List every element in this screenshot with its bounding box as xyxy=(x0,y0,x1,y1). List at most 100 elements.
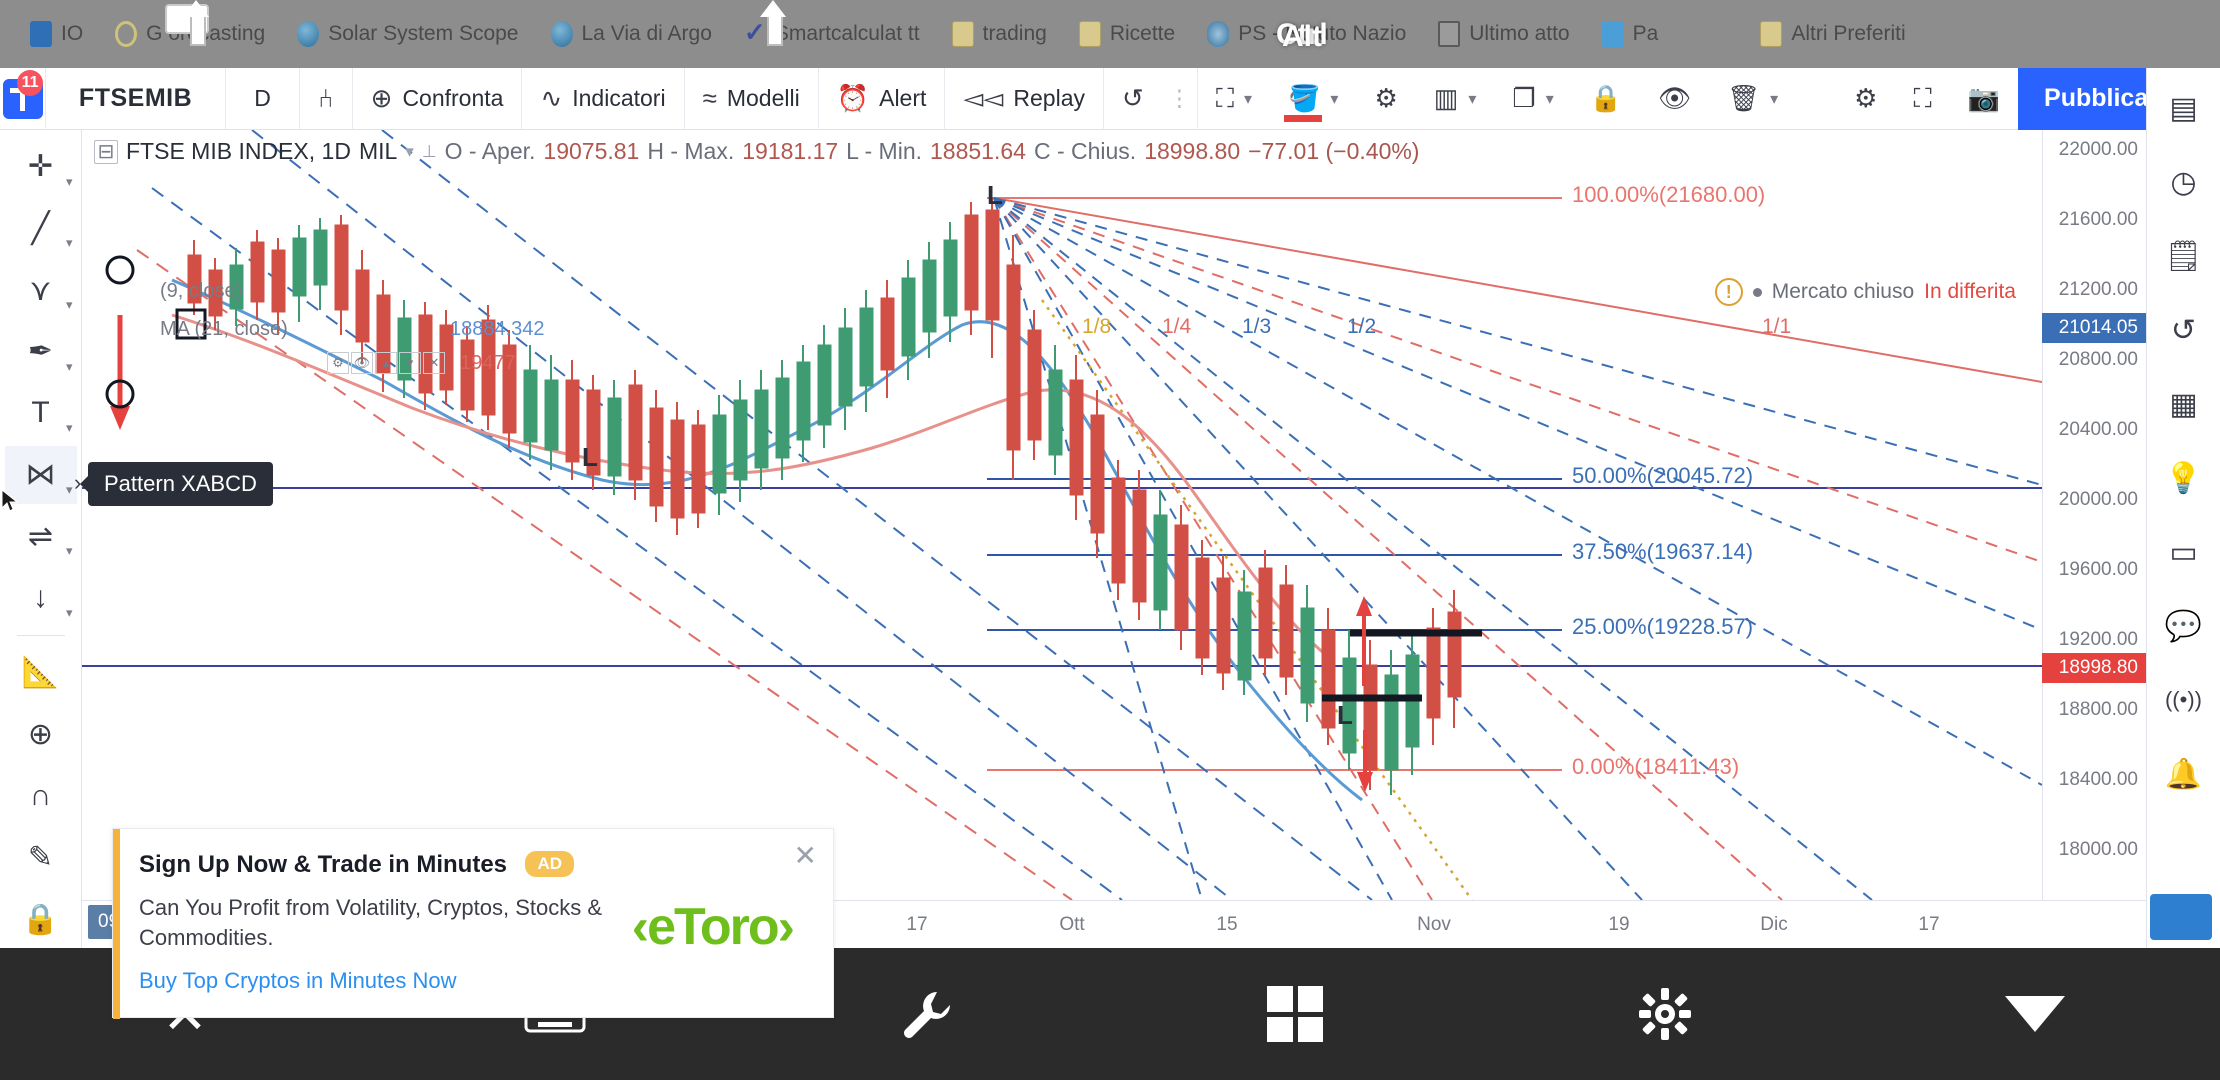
bookmark-item-other[interactable]: Altri Preferiti xyxy=(1744,11,1921,57)
magnet-tool[interactable]: ∩ xyxy=(5,767,77,825)
measure-tool[interactable]: 📐 xyxy=(5,644,77,702)
calendar-button[interactable]: ▦ xyxy=(2154,374,2214,434)
gear-icon: ⚙ xyxy=(1854,83,1878,113)
brush-tool[interactable]: ✒ ▾ xyxy=(5,323,77,381)
price-plot[interactable]: 100.00%(21680.00) 50.00%(20045.72) 37.50… xyxy=(82,130,2043,901)
indicators-button[interactable]: ∿ Indicatori xyxy=(522,67,685,130)
bookmark-label: IO xyxy=(61,22,84,45)
legend-collapse-icon[interactable]: ⊟ xyxy=(94,139,118,164)
indicator-eye-icon[interactable]: 👁 xyxy=(351,352,373,374)
compare-button[interactable]: ⊕ Confronta xyxy=(353,67,523,130)
ad-body: Can You Profit from Volatility, Cryptos,… xyxy=(139,895,603,950)
bookmark-item[interactable]: Ricette xyxy=(1063,11,1191,57)
drag-handle[interactable]: ⋮ xyxy=(1162,67,1198,130)
chart-type-button[interactable]: ⑃ xyxy=(300,67,353,130)
fan-label-1-1: 1/1 xyxy=(1762,315,1792,338)
high-label: H - Max. xyxy=(647,138,735,164)
templates-icon: ≈ xyxy=(702,83,717,113)
collapse-button[interactable] xyxy=(1969,948,2101,1080)
chart-container[interactable]: ⊟ FTSE MIB INDEX, 1D MIL ▾ ⊥ O - Aper. 1… xyxy=(82,130,2146,948)
watchlist-button[interactable]: ▤ xyxy=(2154,78,2214,138)
legend-settings-icon[interactable]: ⊥ xyxy=(422,142,437,162)
bookmark-item[interactable]: trading xyxy=(936,11,1063,57)
time-tick: Dic xyxy=(1760,914,1788,935)
lock-all-tool[interactable]: 🔒 xyxy=(5,890,77,948)
tool-expand-chevron-icon[interactable]: › xyxy=(74,470,81,496)
lock-drawings-button[interactable]: 🔒 xyxy=(1572,68,1640,130)
tradingview-logo-button[interactable]: 11 xyxy=(0,67,47,130)
snapshot-button[interactable]: 📷 xyxy=(1950,68,2018,130)
bookmark-item[interactable]: Ultimo atto xyxy=(1422,11,1585,57)
public-chat-button[interactable]: 💬 xyxy=(2154,596,2214,656)
alerts-button[interactable]: ◷ xyxy=(2154,152,2214,212)
text-tool[interactable]: T ▾ xyxy=(5,385,77,443)
advertisement-panel[interactable]: ✕ Sign Up Now & Trade in Minutes AD Can … xyxy=(112,828,834,1019)
undo-button[interactable]: ↺ xyxy=(1104,68,1162,130)
replay-button[interactable]: ◅◅ Replay xyxy=(945,67,1105,130)
notifications-button[interactable]: 🔔 xyxy=(2154,744,2214,804)
bookmark-item[interactable]: Solar System Scope xyxy=(281,11,534,57)
bookmark-item[interactable]: Pa xyxy=(1586,11,1675,57)
indicator-down-icon[interactable]: ▾ xyxy=(399,352,421,374)
forecast-tool[interactable]: ⇌ ▾ xyxy=(5,508,77,566)
properties-button[interactable]: ⚙ xyxy=(1836,68,1895,130)
crosshair-tool[interactable]: ✛ ▾ xyxy=(5,138,77,196)
indicator-controls[interactable]: ⚙ 👁 ▴ ▾ ✕ xyxy=(327,352,445,374)
minimized-window-thumbnail[interactable] xyxy=(2150,894,2212,940)
notification-badge[interactable]: 11 xyxy=(17,69,44,96)
time-tick: 19 xyxy=(1608,914,1630,935)
crop-icon: ⛶ xyxy=(1215,82,1235,113)
price-scale[interactable]: 22000.00 21600.00 21200.00 20800.00 2040… xyxy=(2042,130,2146,900)
trend-line-tool[interactable]: ╱ ▾ xyxy=(5,200,77,258)
arrow-down-tool[interactable]: ↓ ▾ xyxy=(5,569,77,627)
plus-circle-icon: ⊕ xyxy=(370,83,393,113)
ideas-button[interactable]: 💡 xyxy=(2154,448,2214,508)
time-tick: Ott xyxy=(1059,914,1085,935)
forecast-icon: ⇌ xyxy=(27,520,54,554)
indicator-close-icon[interactable]: ✕ xyxy=(423,352,445,374)
compare-label: Confronta xyxy=(402,85,504,111)
pitchfork-tool[interactable]: ⋎ ▾ xyxy=(5,261,77,319)
paint-bucket-button[interactable]: 🪣 ▾ xyxy=(1270,68,1356,130)
copy-layout-button[interactable]: ❐ ▾ xyxy=(1494,68,1571,130)
settings-button[interactable] xyxy=(1599,948,1731,1080)
ma-value-2: 19477 xyxy=(460,352,516,374)
symbol-search-button[interactable]: FTSEMIB xyxy=(46,67,227,130)
layout-button[interactable]: ▥ ▾ xyxy=(1416,68,1495,130)
alert-button[interactable]: ⏰ Alert xyxy=(819,67,946,130)
templates-button[interactable]: ≈ Modelli xyxy=(685,67,819,130)
legend-dropdown-icon[interactable]: ▾ xyxy=(405,142,414,162)
bookmark-item[interactable]: La Via di Argo xyxy=(535,11,728,57)
windows-button[interactable] xyxy=(1229,948,1361,1080)
symbol-label: FTSEMIB xyxy=(78,84,193,112)
upper-price-badge: 21014.05 xyxy=(2042,313,2146,343)
chat-stream-icon: ▭ xyxy=(2169,535,2198,569)
drawing-mode-tool[interactable]: ✎ xyxy=(5,829,77,887)
replay-history-button[interactable]: ↺ xyxy=(2154,300,2214,360)
gear-icon xyxy=(1639,988,1691,1040)
indicator-2-legend[interactable]: MA (21, close) xyxy=(160,318,288,341)
price-tick: 21600.00 xyxy=(2058,209,2138,230)
crop-button[interactable]: ⛶ ▾ xyxy=(1198,68,1270,130)
ad-cta-link[interactable]: Buy Top Cryptos in Minutes Now xyxy=(139,968,807,994)
indicator-up-icon[interactable]: ▴ xyxy=(375,352,397,374)
indicator-settings-icon[interactable]: ⚙ xyxy=(327,352,349,374)
price-tick: 21200.00 xyxy=(2058,279,2138,300)
bookmark-label: Ricette xyxy=(1109,22,1176,45)
close-icon[interactable]: ✕ xyxy=(794,839,817,872)
remove-drawings-button[interactable]: 🗑 ▾ xyxy=(1709,68,1796,130)
broadcast-button[interactable]: ((•)) xyxy=(2154,670,2214,730)
status-dot xyxy=(1752,287,1762,297)
chat-stream-button[interactable]: ▭ xyxy=(2154,522,2214,582)
chart-settings-button[interactable]: ⚙ xyxy=(1356,68,1415,130)
hide-drawings-button[interactable]: 👁 xyxy=(1640,68,1709,130)
news-button[interactable]: 🗒 xyxy=(2154,226,2214,286)
zoom-tool[interactable]: ⊕ xyxy=(5,706,77,764)
indicator-1-legend[interactable]: (9, close) xyxy=(160,280,242,303)
bookmark-item[interactable]: IO xyxy=(14,11,99,57)
interval-button[interactable]: D xyxy=(226,67,301,130)
tools-button[interactable] xyxy=(859,948,991,1080)
low-value: 18851.64 xyxy=(930,138,1026,164)
bookmark-label: Solar System Scope xyxy=(328,22,519,45)
fullscreen-button[interactable]: ⛶ xyxy=(1895,68,1949,130)
